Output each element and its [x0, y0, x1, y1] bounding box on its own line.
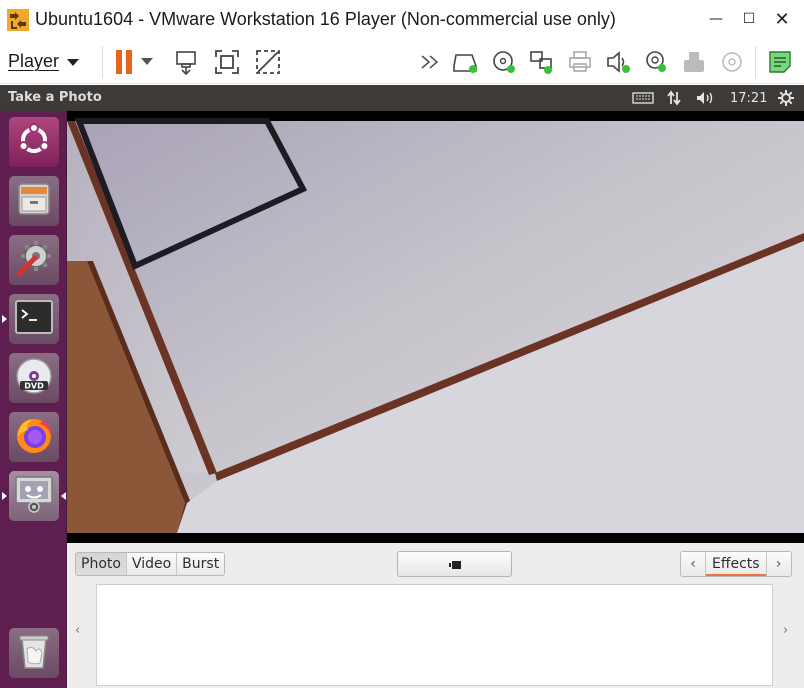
file-cabinet-icon [15, 180, 53, 222]
player-menu[interactable]: Player [8, 51, 80, 72]
more-devices-icon[interactable] [418, 48, 446, 76]
svg-text:DVD: DVD [24, 382, 44, 391]
running-indicator [2, 492, 7, 500]
firefox-icon [13, 414, 55, 460]
mode-photo-button[interactable]: Photo [76, 553, 127, 575]
player-menu-label: Player [8, 51, 60, 71]
thumbnail-strip[interactable] [96, 584, 773, 686]
launcher-cheese[interactable] [9, 471, 59, 521]
pause-icon[interactable] [110, 48, 138, 76]
network-adapter-icon[interactable] [528, 48, 556, 76]
minimize-button[interactable]: — [702, 6, 730, 32]
launcher-files[interactable] [9, 176, 59, 226]
launcher-ubuntu-dash[interactable] [9, 117, 59, 167]
camera-viewfinder [67, 111, 804, 543]
vmware-toolbar: Player [0, 40, 804, 84]
printer-icon[interactable] [566, 48, 594, 76]
cheese-webcam-icon [13, 473, 55, 519]
app-title: Take a Photo [8, 90, 102, 105]
vmware-logo-icon [6, 8, 30, 32]
keyboard-icon[interactable] [631, 89, 655, 107]
camera-device-icon[interactable] [643, 48, 671, 76]
volume-icon[interactable] [694, 89, 718, 107]
disc-icon[interactable] [718, 48, 746, 76]
dvd-icon: DVD [14, 356, 54, 400]
focused-indicator [61, 492, 66, 500]
usb-device-icon[interactable] [680, 48, 708, 76]
thumbnails-scroll-right-button[interactable]: › [783, 623, 788, 638]
trash-icon [15, 631, 53, 675]
effects-button[interactable]: Effects [706, 552, 766, 576]
window-title: Ubuntu1604 - VMware Workstation 16 Playe… [35, 9, 616, 29]
unity-launcher: DVD [0, 111, 67, 688]
launcher-system-settings[interactable] [9, 235, 59, 285]
launcher-dvd[interactable]: DVD [9, 353, 59, 403]
ubuntu-top-panel: Take a Photo 17:21 [0, 85, 804, 111]
mode-video-button[interactable]: Video [126, 553, 178, 575]
notes-icon[interactable] [766, 48, 794, 76]
network-icon[interactable] [664, 89, 684, 107]
close-button[interactable]: ✕ [768, 6, 796, 32]
unity-icon[interactable] [254, 48, 282, 76]
effects-prev-button[interactable]: ‹ [681, 552, 706, 576]
pause-dropdown-icon[interactable] [139, 48, 155, 76]
system-gear-icon[interactable] [776, 89, 796, 107]
mode-selector: Photo Video Burst [75, 552, 226, 576]
terminal-icon [14, 298, 54, 340]
send-ctrl-alt-del-icon[interactable] [172, 48, 200, 76]
dropdown-arrow-icon [67, 51, 80, 72]
toolbar-separator [755, 46, 756, 78]
launcher-terminal[interactable] [9, 294, 59, 344]
take-photo-button[interactable] [397, 551, 512, 577]
camera-shutter-icon [448, 555, 462, 574]
cd-dvd-icon[interactable] [491, 48, 519, 76]
sound-card-icon[interactable] [605, 48, 633, 76]
window-titlebar: Ubuntu1604 - VMware Workstation 16 Playe… [0, 0, 804, 40]
effects-next-button[interactable]: › [765, 552, 791, 576]
hard-disk-icon[interactable] [451, 48, 479, 76]
settings-tools-icon [14, 238, 54, 282]
ubuntu-logo-icon [16, 122, 52, 162]
maximize-button[interactable]: ☐ [735, 6, 763, 32]
launcher-trash[interactable] [9, 628, 59, 678]
full-screen-icon[interactable] [213, 48, 241, 76]
webcam-feed-image [67, 111, 804, 543]
clock[interactable]: 17:21 [730, 89, 767, 107]
running-indicator [2, 315, 7, 323]
toolbar-separator [102, 46, 103, 78]
launcher-firefox[interactable] [9, 412, 59, 462]
cheese-controls: Photo Video Burst ‹ Effects › ‹ › [67, 543, 804, 688]
mode-burst-button[interactable]: Burst [177, 553, 225, 575]
effects-controls: ‹ Effects › [680, 551, 792, 577]
thumbnails-scroll-left-button[interactable]: ‹ [75, 623, 80, 638]
